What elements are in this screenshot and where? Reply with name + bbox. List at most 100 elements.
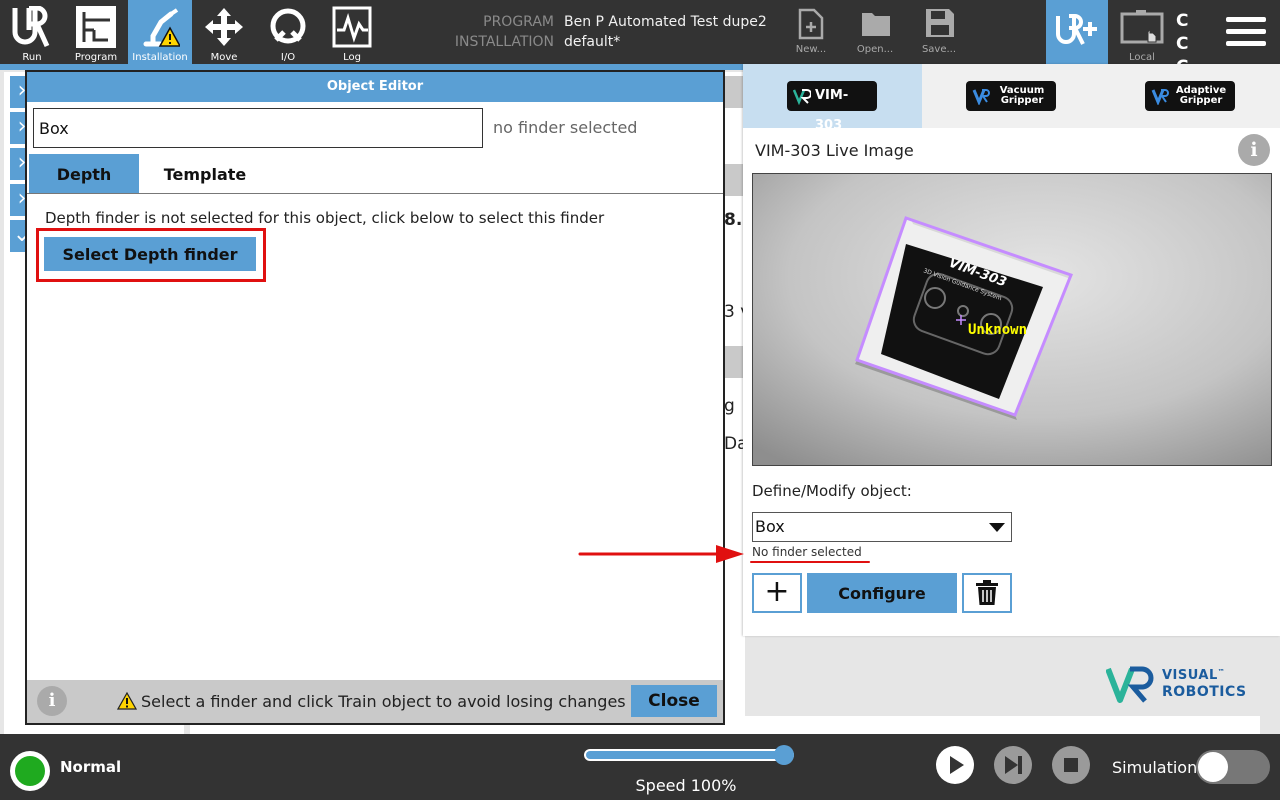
speed-slider-fill: [586, 751, 792, 759]
object-select-value: Box: [755, 517, 785, 536]
brand-line-1: VISUAL™: [1162, 668, 1226, 683]
tab-vacuum-gripper-label: Vacuum Gripper: [992, 81, 1052, 106]
info-icon[interactable]: i: [1238, 134, 1270, 166]
object-editor-dialog: Object Editor no finder selected Depth T…: [25, 70, 725, 725]
vacuum-gripper-pill: Vacuum Gripper: [966, 81, 1056, 111]
vim-303-panel: VIM-303 Vacuum Gripper Adaptive Gripper …: [743, 64, 1280, 636]
nav-move[interactable]: Move: [192, 0, 256, 64]
top-toolbar: Run Program Installation Move I/O Log PR…: [0, 0, 1280, 100]
finder-status-text: no finder selected: [493, 118, 638, 137]
add-object-button[interactable]: +: [752, 573, 802, 613]
dialog-footer: i Select a finder and click Train object…: [27, 680, 723, 723]
vr-logo-icon: [793, 89, 811, 105]
dialog-title: Object Editor: [27, 72, 723, 102]
delete-object-button[interactable]: [962, 573, 1012, 613]
tab-template[interactable]: Template: [145, 154, 265, 194]
nav-program[interactable]: Program: [64, 0, 128, 64]
simulation-toggle[interactable]: [1196, 750, 1270, 784]
program-values: Ben P Automated Test dupe2 default*: [564, 12, 794, 52]
background-fragment: g: [724, 396, 735, 416]
tab-adaptive-gripper[interactable]: Adaptive Gripper: [1101, 64, 1280, 128]
configure-button[interactable]: Configure: [807, 573, 957, 613]
info-icon[interactable]: i: [37, 686, 67, 716]
floppy-disk-icon: [926, 9, 954, 37]
hamburger-menu-icon[interactable]: [1226, 14, 1268, 48]
log-chart-icon: [332, 6, 372, 48]
visual-robotics-logo: VISUAL™ ROBOTICS: [1106, 666, 1246, 706]
new-file-button[interactable]: New...: [780, 0, 842, 64]
vr-logo-icon: [1106, 666, 1154, 703]
chevron-down-icon: [989, 523, 1005, 532]
nav-program-label: Program: [74, 52, 118, 63]
new-file-icon: [798, 8, 824, 40]
close-button[interactable]: Close: [631, 685, 717, 717]
speed-slider-handle[interactable]: [774, 745, 794, 765]
speed-label: Speed 100%: [635, 776, 737, 795]
define-object-label: Define/Modify object:: [752, 482, 912, 500]
adaptive-gripper-pill: Adaptive Gripper: [1145, 81, 1235, 111]
program-label: PROGRAM: [483, 14, 554, 30]
simulation-toggle-knob: [1198, 752, 1228, 782]
tab-depth[interactable]: Depth: [29, 154, 139, 194]
cc-indicator: C C C C: [1176, 11, 1195, 100]
tab-divider: [27, 193, 723, 194]
warning-icon: [117, 692, 137, 710]
move-arrows-icon: [205, 8, 243, 46]
vr-logo-icon: [972, 89, 990, 105]
nav-io-label: I/O: [280, 52, 296, 63]
bottom-status-bar: Normal Speed 100% Simulation: [0, 734, 1280, 800]
stop-button[interactable]: [1052, 746, 1090, 784]
object-select-dropdown[interactable]: Box: [752, 512, 1012, 542]
annotation-arrow: [578, 545, 744, 563]
select-depth-finder-button[interactable]: Select Depth finder: [44, 237, 256, 271]
brand-line-2: ROBOTICS: [1162, 684, 1247, 700]
save-file-label: Save...: [921, 44, 957, 55]
installation-name: default*: [564, 34, 621, 50]
nav-io[interactable]: I/O: [256, 0, 320, 64]
robot-status-indicator[interactable]: [10, 751, 50, 791]
tab-vim-303-label: VIM-303: [815, 88, 849, 133]
folder-icon: [862, 13, 890, 36]
object-name-input[interactable]: [33, 108, 483, 148]
nav-installation[interactable]: Installation: [128, 0, 192, 64]
annotation-underline: [750, 561, 870, 563]
footer-warning-text: Select a finder and click Train object t…: [141, 692, 626, 711]
live-image-title: VIM-303 Live Image: [755, 141, 914, 160]
trash-icon: [976, 580, 998, 605]
nav-run[interactable]: Run: [0, 0, 64, 64]
depth-finder-message: Depth finder is not selected for this ob…: [45, 209, 605, 227]
play-button[interactable]: [936, 746, 974, 784]
program-labels: PROGRAM INSTALLATION: [430, 12, 554, 52]
adaptive-line-2: Gripper: [1179, 95, 1223, 106]
urcap-button[interactable]: [1046, 0, 1108, 64]
save-file-button[interactable]: Save...: [908, 0, 970, 64]
camera-live-image: VIM-303 3D Vision Guidance System Unknow…: [752, 173, 1272, 466]
vr-logo-icon: [1151, 89, 1169, 105]
ur-plus-icon: [1056, 14, 1097, 45]
open-file-label: Open...: [856, 44, 894, 55]
tab-vim-303[interactable]: VIM-303: [743, 64, 922, 133]
step-forward-icon: [1005, 756, 1022, 774]
io-icon: [270, 8, 306, 44]
program-name: Ben P Automated Test dupe2: [564, 14, 767, 30]
program-tree-icon: [76, 6, 116, 48]
vacuum-line-2: Gripper: [1000, 95, 1044, 106]
open-file-button[interactable]: Open...: [844, 0, 906, 64]
local-label: Local: [1129, 52, 1155, 63]
step-button[interactable]: [994, 746, 1032, 784]
new-file-label: New...: [795, 44, 827, 55]
camera-feed: VIM-303 3D Vision Guidance System Unknow…: [753, 174, 1271, 465]
vim-303-pill: VIM-303: [787, 81, 877, 133]
nav-log[interactable]: Log: [320, 0, 384, 64]
local-remote-button[interactable]: Local: [1110, 0, 1174, 64]
tab-vacuum-gripper[interactable]: Vacuum Gripper: [922, 64, 1101, 128]
robot-state-label: Normal: [60, 758, 122, 776]
local-control-icon: [1120, 10, 1164, 44]
simulation-label: Simulation: [1112, 758, 1198, 777]
stop-icon: [1064, 758, 1078, 772]
ur-logo-icon: [12, 6, 50, 48]
finder-status-label: No finder selected: [752, 545, 862, 559]
background-fragment: 8.: [724, 210, 743, 230]
robot-arm-warning-icon: [143, 8, 180, 47]
speed-slider[interactable]: [584, 749, 794, 761]
